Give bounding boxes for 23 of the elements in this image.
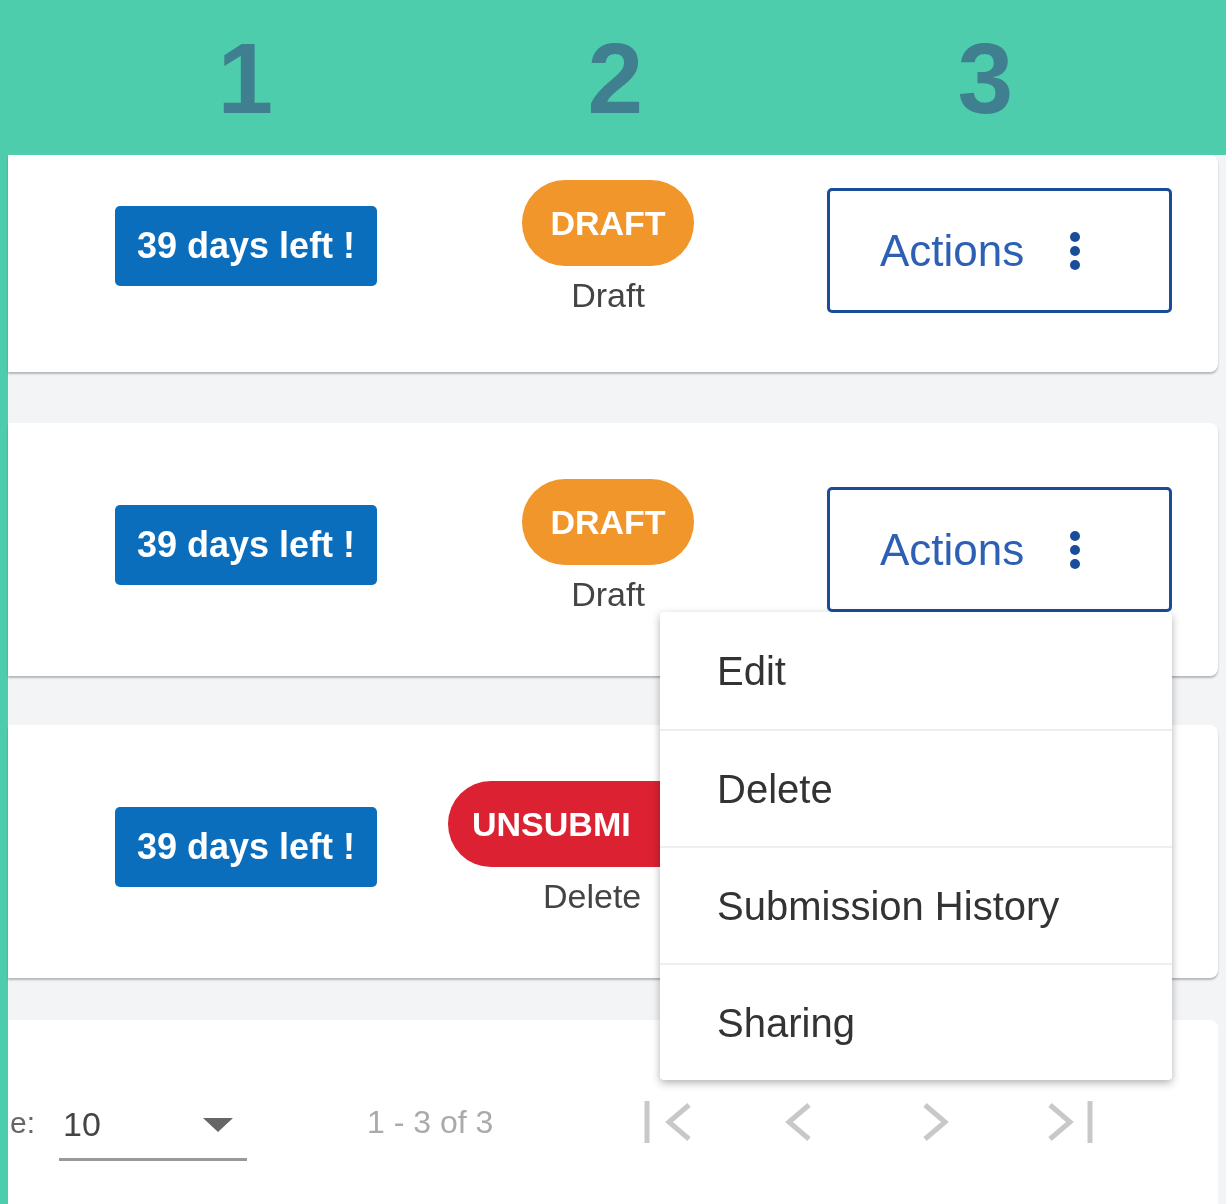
kebab-menu-icon — [1069, 231, 1082, 270]
column-number: 3 — [957, 27, 1013, 128]
dropdown-caret-icon — [203, 1117, 234, 1132]
status-pill: DRAFT — [522, 478, 694, 565]
actions-button[interactable]: Actions — [827, 188, 1172, 313]
column-number: 1 — [217, 27, 273, 128]
menu-item[interactable]: Sharing — [660, 963, 1172, 1080]
deadline-badge: 39 days left ! — [115, 504, 378, 585]
page-size-select[interactable]: 10 — [59, 1091, 248, 1161]
status-text: Draft — [571, 277, 645, 312]
deadline-badge: 39 days left ! — [115, 205, 378, 286]
menu-item[interactable]: Edit — [660, 612, 1172, 729]
status-text: Draft — [571, 576, 645, 611]
column-number: 2 — [587, 27, 643, 128]
page-range: 1 - 3 of 3 — [367, 1103, 494, 1142]
page-size-label: e: — [10, 1104, 36, 1141]
kebab-menu-icon — [1069, 530, 1082, 569]
menu-item[interactable]: Submission History — [660, 846, 1172, 963]
status-pill: DRAFT — [522, 179, 694, 266]
menu-item[interactable]: Delete — [660, 729, 1172, 846]
status-text: Delete — [543, 878, 642, 913]
deadline-badge: 39 days left ! — [115, 806, 378, 887]
actions-button[interactable]: Actions — [827, 487, 1172, 612]
